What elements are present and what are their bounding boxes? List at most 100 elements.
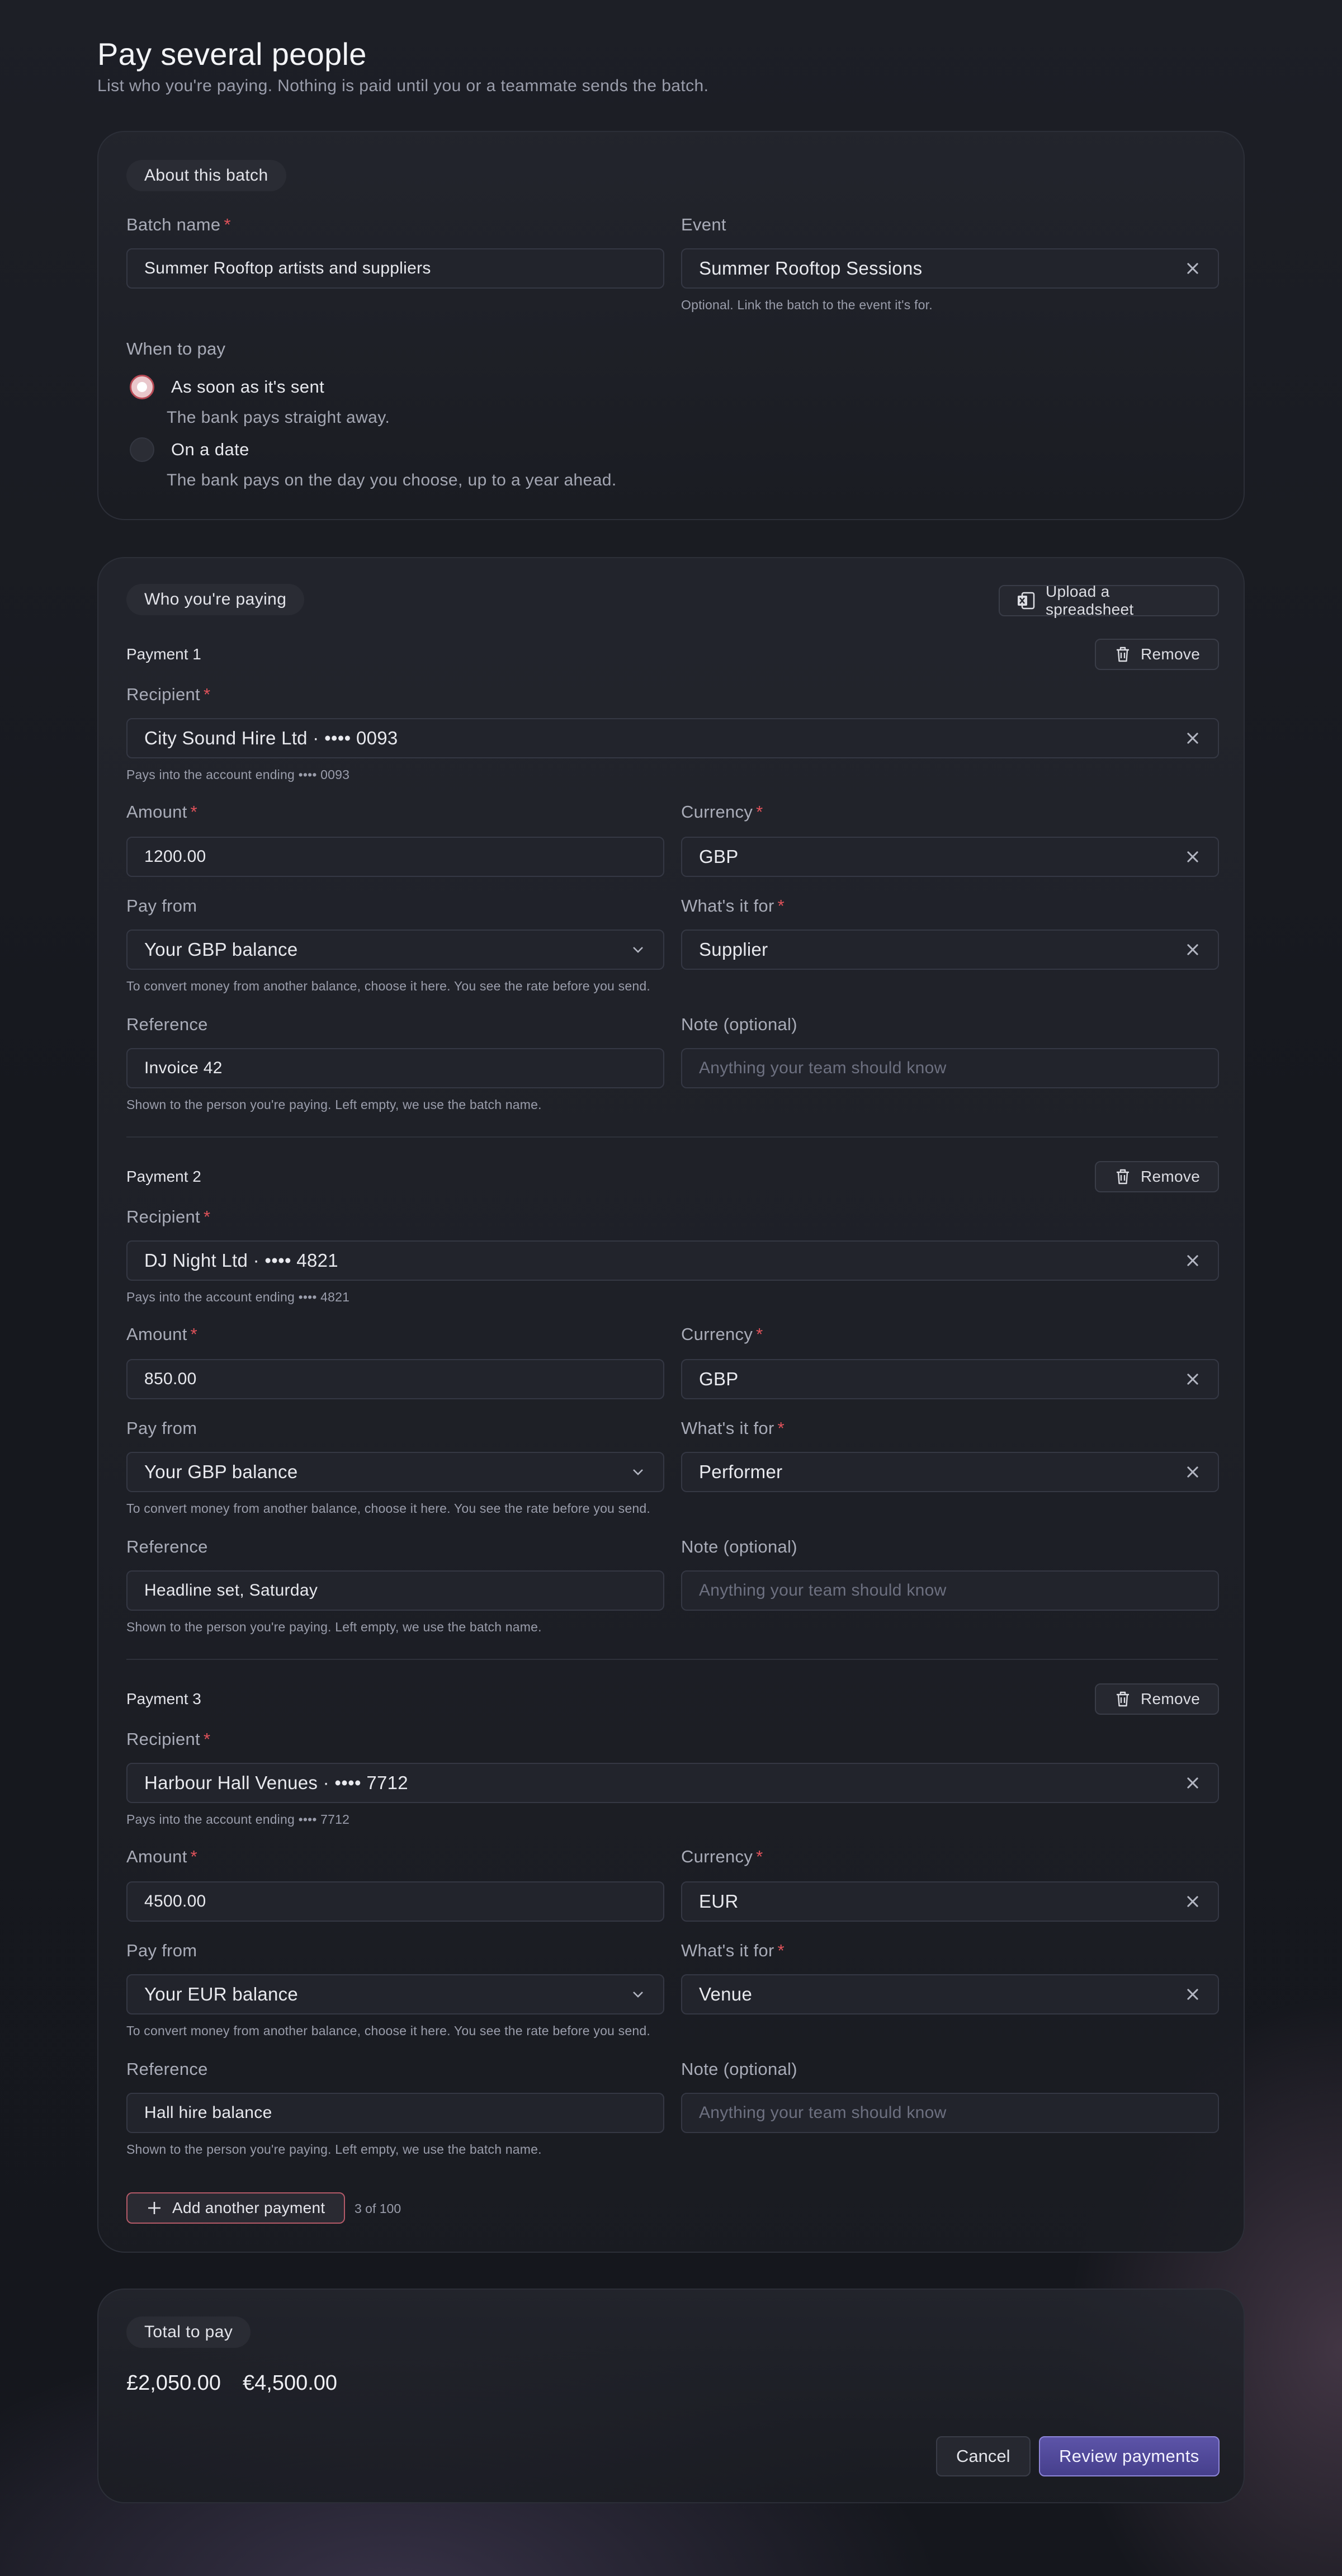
payees-section-label: Who you're paying <box>126 584 305 615</box>
total-gbp: £2,050.00 <box>126 2371 221 2395</box>
amount-label: Amount * <box>126 802 198 822</box>
event-select[interactable]: Summer Rooftop Sessions <box>681 248 1219 289</box>
remove-payment-2-button[interactable]: Remove <box>1095 1161 1219 1192</box>
clear-icon[interactable] <box>1184 1252 1201 1269</box>
upload-spreadsheet-button[interactable]: Upload a spreadsheet <box>999 583 1219 618</box>
payees-card: Who you're paying Upload a spreadsheet P… <box>97 557 1245 2253</box>
trash-icon <box>1115 1691 1131 1707</box>
payment-2-purpose[interactable]: Performer <box>681 1452 1219 1492</box>
clear-icon[interactable] <box>1184 1464 1201 1480</box>
radio-pay-now[interactable] <box>130 375 154 399</box>
clear-icon[interactable] <box>1184 1371 1201 1388</box>
payment-2-note[interactable]: Anything your team should know <box>681 1570 1219 1611</box>
trash-icon <box>1115 1168 1131 1185</box>
payment-1-title: Payment 1 <box>126 645 201 663</box>
reference-label: Reference <box>126 1537 208 1556</box>
amount-label: Amount * <box>126 1847 198 1866</box>
plus-icon <box>147 2200 162 2216</box>
pay-from-hint: To convert money from another balance, c… <box>126 1501 650 1516</box>
currency-label: Currency * <box>681 802 763 822</box>
payment-1-amount[interactable]: 1200.00 <box>126 837 664 877</box>
pay-from-label: Pay from <box>126 896 197 916</box>
trash-icon <box>1115 646 1131 663</box>
clear-icon[interactable] <box>1184 260 1201 277</box>
payment-1-currency[interactable]: GBP <box>681 837 1219 877</box>
page-title: Pay several people <box>97 36 367 72</box>
page-subtitle: List who you're paying. Nothing is paid … <box>97 77 709 95</box>
reference-hint: Shown to the person you're paying. Left … <box>126 2142 542 2157</box>
recipient-label: Recipient * <box>126 1207 211 1226</box>
about-card: About this batch Batch name * Summer Roof… <box>97 131 1245 520</box>
total-section-label: Total to pay <box>126 2316 251 2348</box>
payment-2-reference[interactable]: Headline set, Saturday <box>126 1570 664 1611</box>
payment-3-recipient-hint: Pays into the account ending •••• 7712 <box>126 1812 350 1827</box>
payment-3-currency[interactable]: EUR <box>681 1881 1219 1922</box>
whats-it-for-label: What's it for * <box>681 1941 785 1960</box>
remove-payment-1-button[interactable]: Remove <box>1095 639 1219 670</box>
payment-2-currency[interactable]: GBP <box>681 1359 1219 1399</box>
whats-it-for-label: What's it for * <box>681 896 785 916</box>
note-label: Note (optional) <box>681 2059 797 2079</box>
radio-pay-on-date-label[interactable]: On a date <box>171 440 249 460</box>
payment-1-recipient-hint: Pays into the account ending •••• 0093 <box>126 767 350 782</box>
when-to-pay-label: When to pay <box>126 339 226 358</box>
cancel-button[interactable]: Cancel <box>936 2436 1031 2476</box>
payment-3-recipient[interactable]: Harbour Hall Venues · •••• 7712 <box>126 1763 1219 1803</box>
payment-3-note[interactable]: Anything your team should know <box>681 2093 1219 2133</box>
payment-2-pay-from[interactable]: Your GBP balance <box>126 1452 664 1492</box>
reference-label: Reference <box>126 2059 208 2079</box>
divider <box>126 1659 1218 1660</box>
event-hint: Optional. Link the batch to the event it… <box>681 298 933 312</box>
clear-icon[interactable] <box>1184 1986 1201 2003</box>
payment-1-reference[interactable]: Invoice 42 <box>126 1048 664 1088</box>
payment-2-recipient[interactable]: DJ Night Ltd · •••• 4821 <box>126 1240 1219 1281</box>
total-card: Total to pay £2,050.00 €4,500.00 Cancel … <box>97 2289 1245 2503</box>
divider <box>126 1136 1218 1138</box>
pay-from-hint: To convert money from another balance, c… <box>126 2023 650 2038</box>
batch-name-input[interactable]: Summer Rooftop artists and suppliers <box>126 248 664 289</box>
note-label: Note (optional) <box>681 1537 797 1556</box>
radio-pay-on-date[interactable] <box>130 437 154 462</box>
clear-icon[interactable] <box>1184 941 1201 958</box>
spreadsheet-icon <box>1017 591 1036 610</box>
payment-3-pay-from[interactable]: Your EUR balance <box>126 1974 664 2014</box>
event-label: Event <box>681 215 726 234</box>
radio-pay-now-hint: The bank pays straight away. <box>167 408 390 427</box>
radio-pay-now-label[interactable]: As soon as it's sent <box>171 377 324 397</box>
payment-3-amount[interactable]: 4500.00 <box>126 1881 664 1922</box>
payment-1-note[interactable]: Anything your team should know <box>681 1048 1219 1088</box>
payment-1-recipient[interactable]: City Sound Hire Ltd · •••• 0093 <box>126 718 1219 758</box>
payment-3-purpose[interactable]: Venue <box>681 1974 1219 2014</box>
remove-payment-3-button[interactable]: Remove <box>1095 1683 1219 1715</box>
clear-icon[interactable] <box>1184 848 1201 865</box>
payment-3-reference[interactable]: Hall hire balance <box>126 2093 664 2133</box>
recipient-label: Recipient * <box>126 685 211 704</box>
payment-2-recipient-hint: Pays into the account ending •••• 4821 <box>126 1290 350 1304</box>
clear-icon[interactable] <box>1184 1775 1201 1791</box>
reference-hint: Shown to the person you're paying. Left … <box>126 1097 542 1112</box>
note-label: Note (optional) <box>681 1015 797 1034</box>
batch-name-label: Batch name * <box>126 215 231 234</box>
payment-1-purpose[interactable]: Supplier <box>681 930 1219 970</box>
pay-from-label: Pay from <box>126 1418 197 1438</box>
chevron-down-icon <box>630 1464 646 1480</box>
chevron-down-icon <box>630 941 646 958</box>
payment-2-amount[interactable]: 850.00 <box>126 1359 664 1399</box>
radio-pay-on-date-hint: The bank pays on the day you choose, up … <box>167 471 617 489</box>
review-payments-button[interactable]: Review payments <box>1039 2436 1220 2476</box>
payment-2-title: Payment 2 <box>126 1168 201 1185</box>
pay-from-hint: To convert money from another balance, c… <box>126 979 650 993</box>
total-eur: €4,500.00 <box>243 2371 338 2395</box>
whats-it-for-label: What's it for * <box>681 1418 785 1438</box>
add-payment-button[interactable]: Add another payment <box>126 2192 346 2224</box>
clear-icon[interactable] <box>1184 1893 1201 1910</box>
clear-icon[interactable] <box>1184 730 1201 747</box>
payment-counter: 3 of 100 <box>355 2201 401 2216</box>
currency-label: Currency * <box>681 1847 763 1866</box>
chevron-down-icon <box>630 1986 646 2003</box>
reference-hint: Shown to the person you're paying. Left … <box>126 1620 542 1634</box>
payment-1-pay-from[interactable]: Your GBP balance <box>126 930 664 970</box>
pay-from-label: Pay from <box>126 1941 197 1960</box>
amount-label: Amount * <box>126 1324 198 1344</box>
recipient-label: Recipient * <box>126 1729 211 1749</box>
